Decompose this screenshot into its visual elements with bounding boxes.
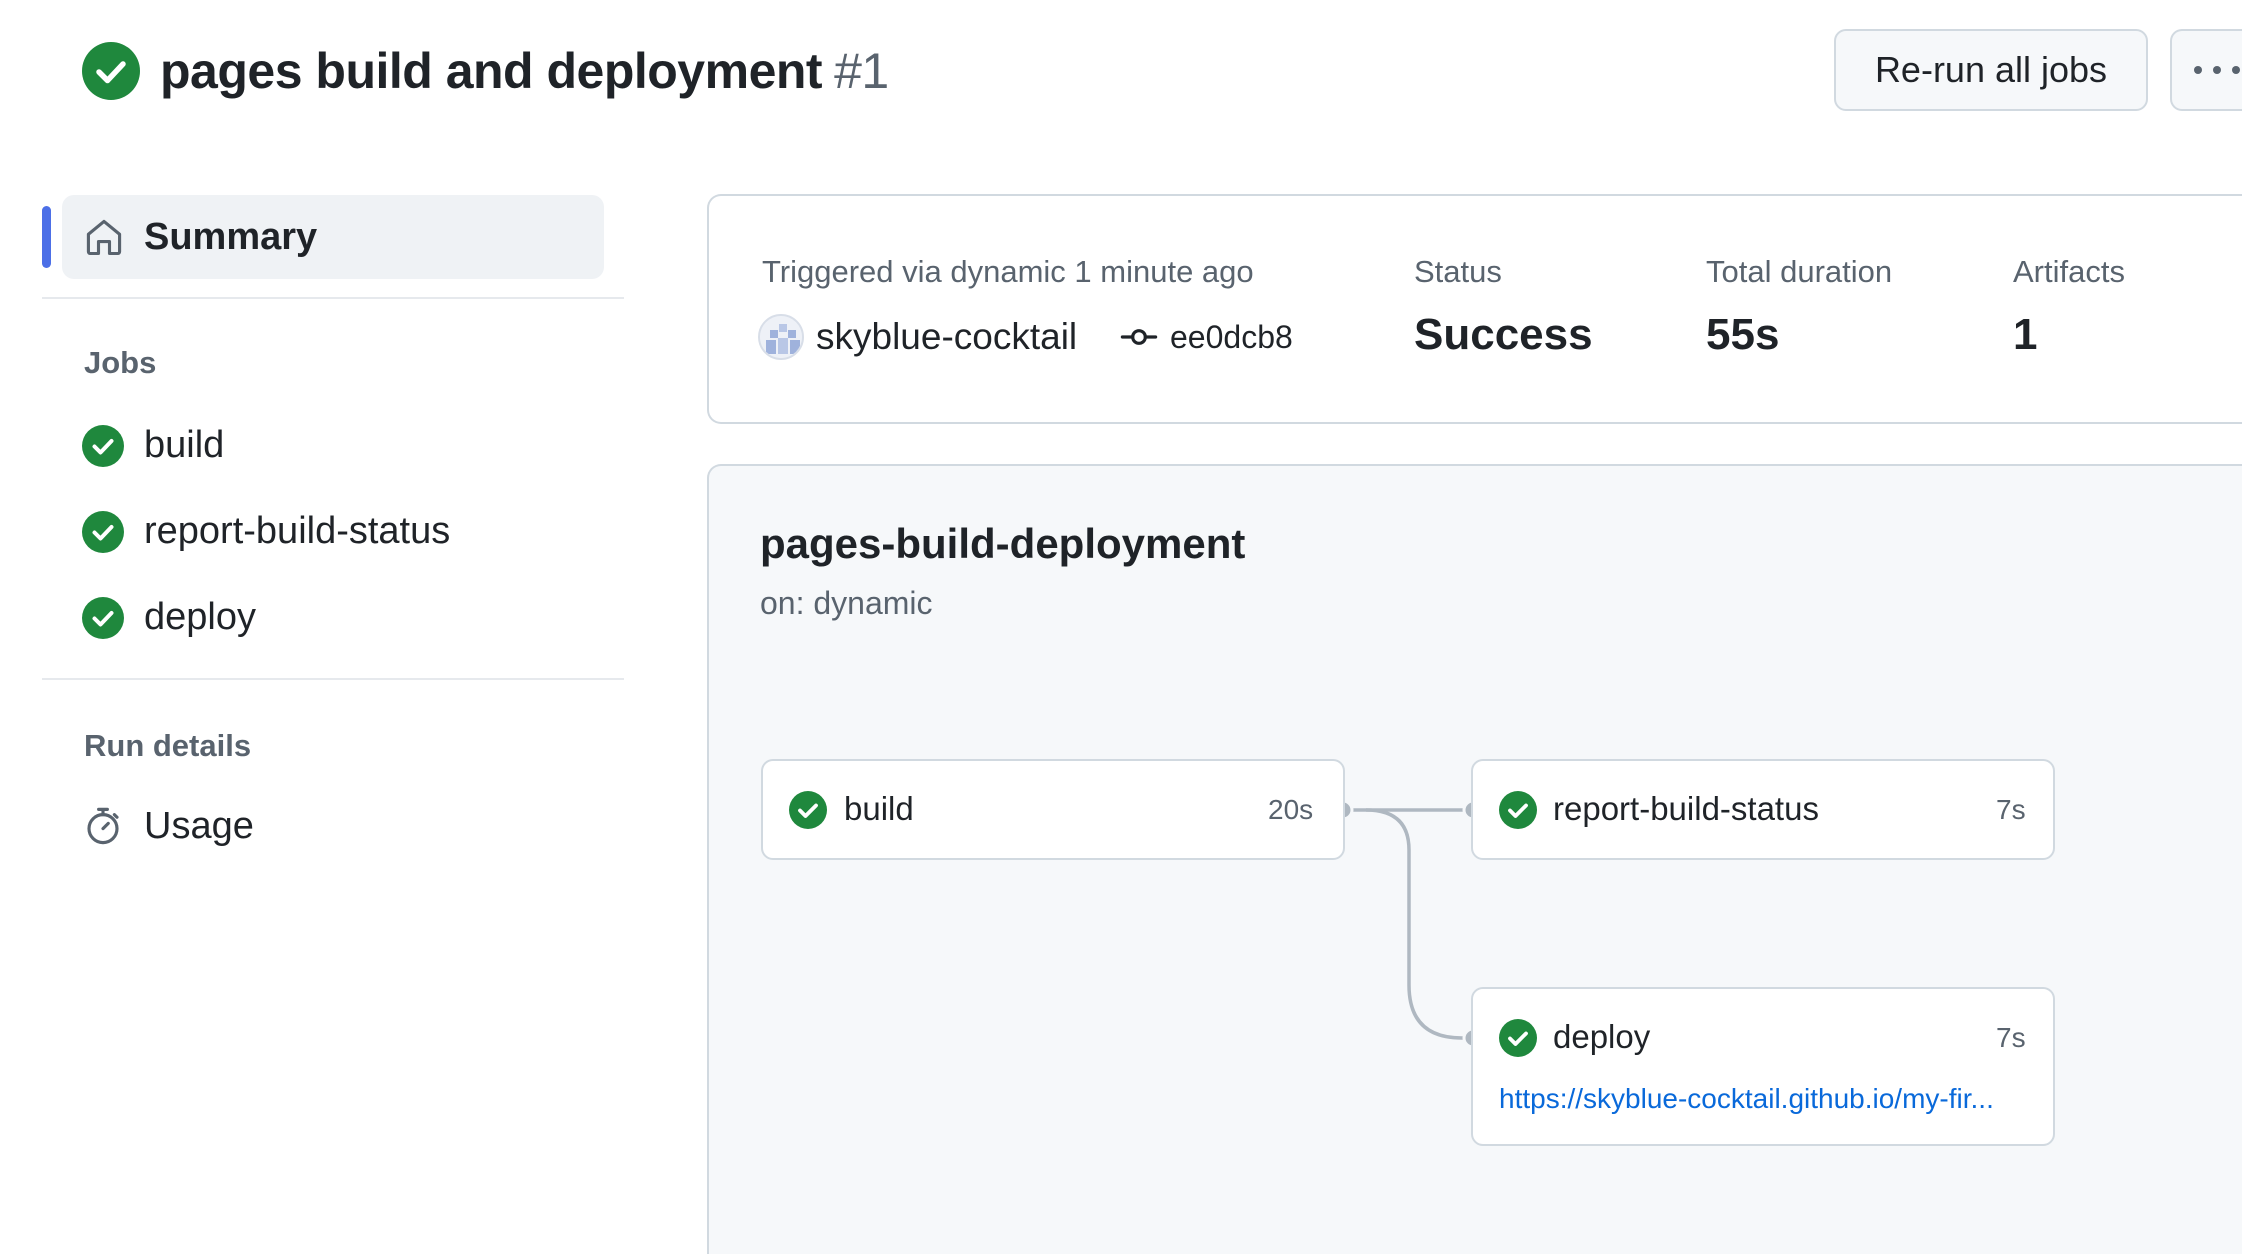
sidebar-item-report-build-status[interactable]: report-build-status bbox=[82, 510, 450, 553]
run-details-heading: Run details bbox=[84, 728, 252, 763]
job-name: report-build-status bbox=[1553, 790, 1819, 827]
sidebar-item-summary[interactable]: Summary bbox=[62, 195, 604, 279]
artifacts-label: Artifacts bbox=[2013, 254, 2125, 289]
kebab-horizontal-icon bbox=[2194, 66, 2240, 74]
active-indicator bbox=[42, 206, 51, 268]
job-duration: 7s bbox=[1996, 1022, 2026, 1053]
stopwatch-icon bbox=[87, 807, 119, 845]
git-commit-icon bbox=[1120, 329, 1158, 345]
commit-sha: ee0dcb8 bbox=[1170, 318, 1293, 355]
page-title: pages build and deployment #1 bbox=[160, 36, 889, 106]
workflow-name: pages-build-deployment bbox=[760, 520, 1246, 567]
success-check-icon bbox=[1499, 791, 1537, 829]
sidebar-divider bbox=[42, 678, 624, 680]
sidebar-item-deploy[interactable]: deploy bbox=[82, 596, 256, 639]
success-check-icon bbox=[1499, 1019, 1537, 1057]
success-check-icon bbox=[82, 424, 124, 467]
duration-label: Total duration bbox=[1706, 254, 1893, 289]
deployment-url-link[interactable]: https://skyblue-cocktail.github.io/my-fi… bbox=[1499, 1083, 2029, 1115]
duration-value: 55s bbox=[1706, 310, 1780, 359]
workflow-run-title: pages build and deployment bbox=[160, 43, 823, 99]
actor[interactable]: skyblue-cocktail bbox=[758, 314, 1077, 360]
artifacts-value[interactable]: 1 bbox=[2013, 310, 2037, 360]
identicon-icon bbox=[760, 316, 802, 358]
sidebar-item-label: build bbox=[144, 424, 225, 466]
job-name: deploy bbox=[1553, 1018, 1651, 1055]
job-name: build bbox=[844, 790, 914, 827]
job-duration: 20s bbox=[1268, 794, 1314, 825]
success-check-icon bbox=[82, 510, 124, 553]
job-card-deploy[interactable] bbox=[1471, 987, 2055, 1146]
job-duration: 7s bbox=[1996, 794, 2026, 825]
success-check-icon bbox=[82, 42, 140, 100]
success-check-icon bbox=[789, 791, 827, 829]
run-number: #1 bbox=[834, 43, 889, 99]
sidebar-item-label: Usage bbox=[144, 804, 254, 847]
status-label: Status bbox=[1414, 254, 1502, 289]
sidebar-item-usage[interactable]: Usage bbox=[82, 804, 254, 848]
sidebar-item-build[interactable]: build bbox=[82, 424, 224, 467]
sidebar-item-label: Summary bbox=[144, 215, 318, 258]
avatar bbox=[758, 314, 804, 360]
sidebar-item-label: deploy bbox=[144, 596, 256, 638]
success-check-icon bbox=[82, 596, 124, 639]
sidebar-item-label: report-build-status bbox=[144, 510, 451, 552]
workflow-trigger: on: dynamic bbox=[760, 585, 933, 621]
home-icon bbox=[86, 219, 122, 256]
trigger-text: Triggered via dynamic 1 minute ago bbox=[762, 254, 1254, 289]
rerun-all-jobs-button[interactable]: Re-run all jobs bbox=[1834, 29, 2148, 111]
jobs-heading: Jobs bbox=[84, 345, 157, 380]
run-summary-card bbox=[707, 194, 2242, 424]
actor-name: skyblue-cocktail bbox=[816, 316, 1078, 357]
more-options-button[interactable] bbox=[2170, 29, 2242, 111]
status-value: Success bbox=[1414, 310, 1593, 359]
sidebar-divider bbox=[42, 297, 624, 299]
commit-link[interactable]: ee0dcb8 bbox=[1120, 318, 1293, 356]
